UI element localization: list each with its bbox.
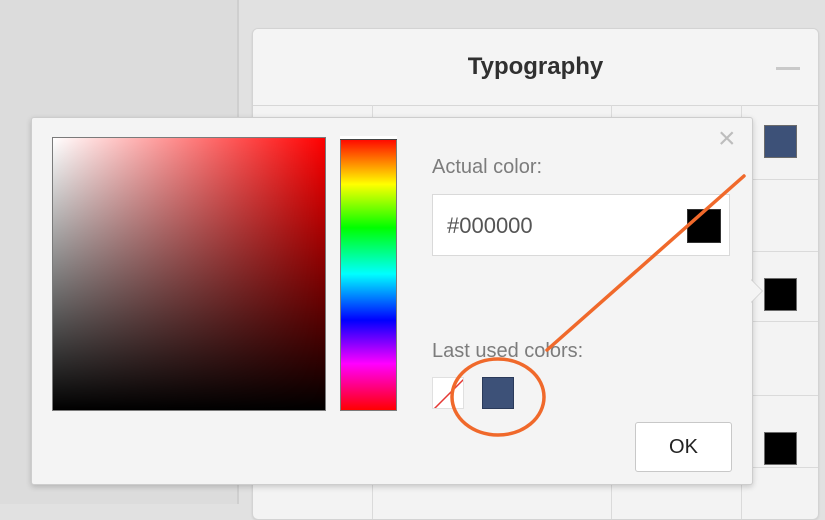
panel-header: Typography	[253, 29, 818, 106]
panel-title: Typography	[467, 53, 604, 80]
hue-slider-handle[interactable]	[340, 136, 397, 140]
close-icon[interactable]: ×	[718, 124, 736, 154]
color-preview-swatch	[687, 209, 721, 243]
last-used-colors-label: Last used colors:	[432, 340, 584, 362]
popup-arrow	[750, 279, 762, 303]
no-color-swatch[interactable]	[432, 377, 464, 409]
color-swatch[interactable]	[764, 432, 797, 465]
actual-color-label: Actual color:	[432, 156, 543, 178]
color-swatch[interactable]	[764, 278, 797, 311]
hue-slider[interactable]	[340, 136, 397, 411]
color-picker-popup: Actual color: Last used colors: × OK	[31, 117, 753, 485]
actual-color-field[interactable]	[432, 194, 730, 256]
color-swatch[interactable]	[764, 125, 797, 158]
no-color-icon	[433, 378, 463, 408]
color-hex-input[interactable]	[447, 213, 667, 239]
recent-color-swatch[interactable]	[482, 377, 514, 409]
collapse-icon[interactable]	[776, 67, 800, 70]
saturation-value-area[interactable]	[52, 137, 326, 411]
ok-button[interactable]: OK	[635, 422, 732, 472]
